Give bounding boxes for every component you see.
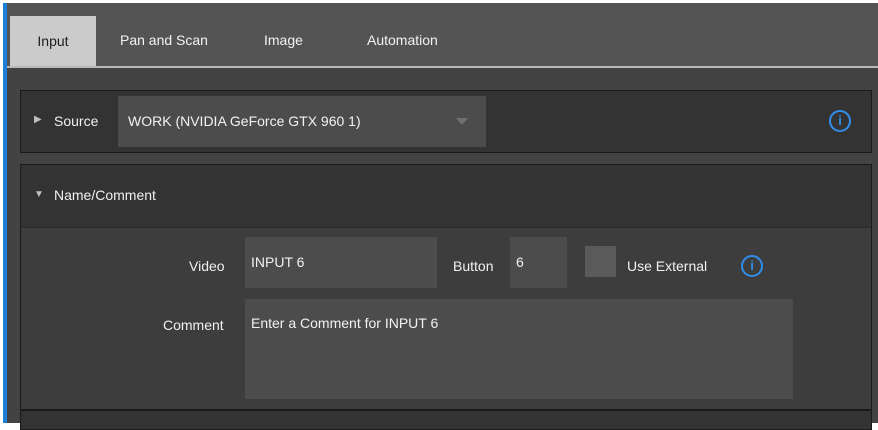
use-external-checkbox[interactable] (585, 246, 616, 277)
tab-input[interactable]: Input (10, 16, 96, 66)
button-label: Button (453, 258, 494, 274)
tab-pan-and-scan[interactable]: Pan and Scan (120, 15, 208, 65)
chevron-down-icon (456, 118, 468, 125)
next-section-panel (20, 410, 872, 430)
source-dropdown[interactable]: WORK (NVIDIA GeForce GTX 960 1) (118, 96, 486, 147)
comment-field[interactable]: Enter a Comment for INPUT 6 (245, 299, 793, 399)
source-panel: ▶ Source WORK (NVIDIA GeForce GTX 960 1)… (20, 90, 872, 153)
use-external-label: Use External (627, 258, 708, 274)
source-selected-value: WORK (NVIDIA GeForce GTX 960 1) (128, 113, 361, 129)
video-name-field[interactable]: INPUT 6 (245, 237, 437, 288)
input-configuration-window: Input Pan and Scan Image Automation ▶ So… (0, 0, 878, 430)
name-comment-collapse-icon[interactable]: ▼ (34, 189, 44, 200)
source-expand-icon[interactable]: ▶ (34, 114, 42, 125)
input-tab-content: ▶ Source WORK (NVIDIA GeForce GTX 960 1)… (7, 68, 878, 430)
name-comment-header[interactable]: ▼ Name/Comment (20, 164, 872, 227)
tab-bar: Input Pan and Scan Image Automation (7, 3, 878, 71)
name-comment-title: Name/Comment (54, 187, 156, 203)
comment-label: Comment (163, 317, 224, 333)
button-number-field[interactable]: 6 (510, 237, 567, 288)
name-comment-panel: Video INPUT 6 Button 6 Use External i Co… (20, 227, 872, 410)
name-info-icon[interactable]: i (741, 255, 763, 277)
tab-image[interactable]: Image (264, 15, 303, 65)
tab-automation[interactable]: Automation (367, 15, 438, 65)
source-label: Source (54, 113, 99, 129)
video-label: Video (189, 258, 225, 274)
source-info-icon[interactable]: i (829, 110, 851, 132)
